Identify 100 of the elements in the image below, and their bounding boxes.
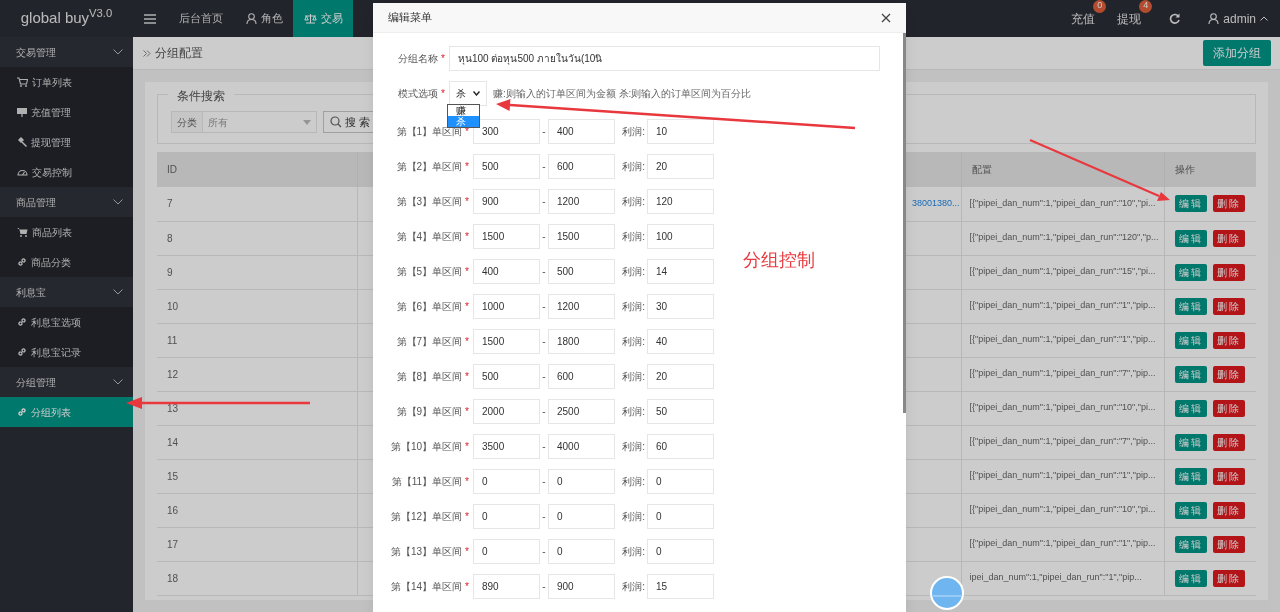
field-label: 第【10】单区间 — [390, 440, 463, 454]
sidebar-item[interactable]: 提现管理 — [0, 127, 133, 157]
profit-field[interactable]: 100 — [647, 224, 714, 249]
sidebar-item[interactable]: 商品列表 — [0, 217, 133, 247]
user-menu[interactable]: admin — [1208, 9, 1268, 28]
profit-field[interactable]: 50 — [647, 399, 714, 424]
edit-button[interactable]: 编辑 — [1174, 501, 1207, 519]
range-start-field[interactable]: 500 — [473, 154, 540, 179]
delete-button[interactable]: 删除 — [1212, 433, 1245, 451]
delete-button[interactable]: 删除 — [1212, 195, 1245, 213]
range-start-field[interactable]: 1500 — [473, 329, 540, 354]
delete-button[interactable]: 删除 — [1212, 467, 1245, 485]
edit-button[interactable]: 编辑 — [1174, 399, 1207, 417]
table-cell: 8 — [167, 232, 173, 244]
delete-button[interactable]: 删除 — [1212, 297, 1245, 315]
edit-button[interactable]: 编辑 — [1174, 433, 1207, 451]
profit-field[interactable]: 120 — [647, 189, 714, 214]
range-end-field[interactable]: 1200 — [548, 294, 615, 319]
range-end-field[interactable]: 0 — [548, 539, 615, 564]
profit-field[interactable]: 60 — [647, 434, 714, 459]
delete-button[interactable]: 删除 — [1212, 399, 1245, 417]
profit-field[interactable]: 10 — [647, 119, 714, 144]
board-icon — [17, 107, 27, 117]
edit-button[interactable]: 编辑 — [1174, 263, 1207, 281]
profit-field[interactable]: 30 — [647, 294, 714, 319]
range-start-field[interactable]: 900 — [473, 189, 540, 214]
range-end-field[interactable]: 600 — [548, 364, 615, 389]
range-start-field[interactable]: 2000 — [473, 399, 540, 424]
counter-link[interactable]: 充值 — [1071, 11, 1096, 26]
sidebar-item[interactable]: 商品分类 — [0, 247, 133, 277]
range-start-field[interactable]: 0 — [473, 504, 540, 529]
range-end-field[interactable]: 600 — [548, 154, 615, 179]
sidebar-item[interactable]: 订单列表 — [0, 67, 133, 97]
delete-button[interactable]: 删除 — [1212, 569, 1245, 587]
refresh-icon[interactable] — [1169, 13, 1181, 24]
add-group-button[interactable]: 添加分组 — [1203, 40, 1271, 66]
counter-link[interactable]: 提现 — [1117, 11, 1142, 26]
range-end-field[interactable]: 1200 — [548, 189, 615, 214]
required-mark: * — [465, 126, 469, 139]
range-end-field[interactable]: 900 — [548, 574, 615, 599]
range-start-field[interactable]: 1500 — [473, 224, 540, 249]
range-start-field[interactable]: 300 — [473, 119, 540, 144]
edit-button[interactable]: 编辑 — [1174, 535, 1207, 553]
profit-field[interactable]: 0 — [647, 504, 714, 529]
profit-field[interactable]: 14 — [647, 259, 714, 284]
edit-button[interactable]: 编辑 — [1174, 331, 1207, 349]
edit-button[interactable]: 编辑 — [1174, 229, 1207, 247]
range-start-field[interactable]: 890 — [473, 574, 540, 599]
sidebar-item[interactable]: 充值管理 — [0, 97, 133, 127]
profit-field[interactable]: 0 — [647, 469, 714, 494]
delete-button[interactable]: 删除 — [1212, 263, 1245, 281]
nav-tab[interactable]: 后台首页 — [167, 0, 235, 37]
sidebar-item[interactable]: 利息宝选项 — [0, 307, 133, 337]
sidebar-item[interactable]: 利息宝记录 — [0, 337, 133, 367]
range-end-field[interactable]: 0 — [548, 504, 615, 529]
nav-tab[interactable]: 角色 — [235, 0, 293, 37]
profit-field[interactable]: 15 — [647, 574, 714, 599]
delete-button[interactable]: 删除 — [1212, 365, 1245, 383]
edit-button[interactable]: 编辑 — [1174, 195, 1207, 213]
profit-label: 利润: — [621, 370, 646, 384]
range-end-field[interactable]: 400 — [548, 119, 615, 144]
close-icon[interactable] — [881, 12, 891, 23]
table-cell: [{"pipei_dan_num":1,"pipei_dan_run":"10","pi... — [969, 504, 1156, 515]
edit-button[interactable]: 编辑 — [1174, 365, 1207, 383]
sidebar-item[interactable]: 交易控制 — [0, 157, 133, 187]
dropdown-option[interactable]: 赚 — [448, 105, 479, 116]
required-mark: * — [465, 545, 469, 559]
delete-button[interactable]: 删除 — [1212, 535, 1245, 553]
profit-field[interactable]: 20 — [647, 364, 714, 389]
table-cell: [{"pipei_dan_num":1,"pipei_dan_run":"1","pip... — [969, 334, 1156, 345]
range-start-field[interactable]: 0 — [473, 469, 540, 494]
profit-label: 利润: — [621, 510, 646, 524]
range-end-field[interactable]: 2500 — [548, 399, 615, 424]
range-dash: - — [542, 230, 546, 244]
profit-field[interactable]: 40 — [647, 329, 714, 354]
delete-button[interactable]: 删除 — [1212, 501, 1245, 519]
range-start-field[interactable]: 3500 — [473, 434, 540, 459]
group-name-field[interactable]: หุน100 ต่อหุน500 ภายในวัน(10นิ — [449, 46, 880, 71]
nav-tab[interactable]: 交易 — [293, 0, 353, 37]
range-end-field[interactable]: 1800 — [548, 329, 615, 354]
range-end-field[interactable]: 1500 — [548, 224, 615, 249]
delete-button[interactable]: 删除 — [1212, 331, 1245, 349]
range-start-field[interactable]: 500 — [473, 364, 540, 389]
profit-field[interactable]: 20 — [647, 154, 714, 179]
range-start-field[interactable]: 0 — [473, 539, 540, 564]
range-start-field[interactable]: 1000 — [473, 294, 540, 319]
edit-button[interactable]: 编辑 — [1174, 467, 1207, 485]
profit-label: 利润: — [621, 160, 646, 174]
range-end-field[interactable]: 4000 — [548, 434, 615, 459]
delete-button[interactable]: 删除 — [1212, 229, 1245, 247]
range-end-field[interactable]: 500 — [548, 259, 615, 284]
chevron-icon — [113, 289, 123, 295]
edit-button[interactable]: 编辑 — [1174, 569, 1207, 587]
edit-button[interactable]: 编辑 — [1174, 297, 1207, 315]
profit-field[interactable]: 0 — [647, 539, 714, 564]
range-dash: - — [542, 125, 546, 139]
range-start-field[interactable]: 400 — [473, 259, 540, 284]
sidebar-item[interactable]: 分组列表 — [0, 397, 133, 427]
range-end-field[interactable]: 0 — [548, 469, 615, 494]
menu-icon[interactable] — [144, 13, 156, 24]
